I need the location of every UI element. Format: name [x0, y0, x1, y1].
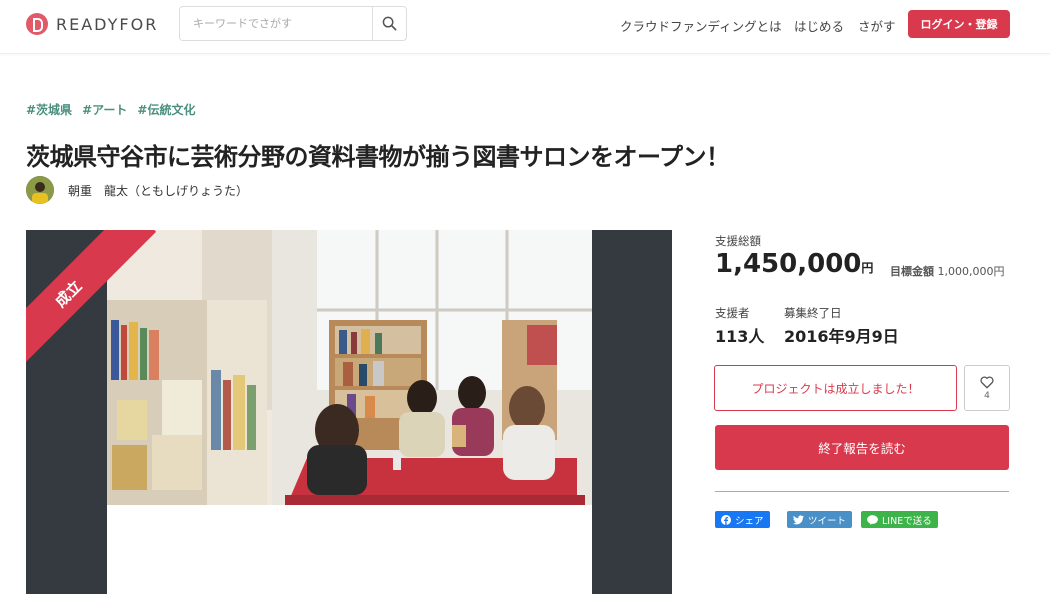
goal-amount: 目標金額 1,000,000円 — [890, 263, 1004, 279]
login-register-button[interactable]: ログイン・登録 — [908, 10, 1010, 38]
facebook-share-label: シェア — [735, 515, 764, 527]
total-value: 1,450,000 — [715, 249, 862, 279]
nav-start[interactable]: はじめる — [794, 16, 844, 35]
twitter-share-button[interactable]: ツイート — [787, 511, 853, 528]
favorite-button[interactable]: 4 — [964, 365, 1010, 411]
total-unit: 円 — [861, 261, 874, 275]
favorite-count: 4 — [984, 390, 990, 401]
logo-text: READYFOR — [56, 14, 159, 34]
site-logo[interactable]: READYFOR — [26, 13, 158, 35]
search-icon — [382, 16, 397, 31]
line-share-button[interactable]: LINEで送る — [861, 511, 938, 528]
project-photo — [107, 230, 592, 505]
heart-icon — [980, 376, 994, 388]
project-title: 茨城県守谷市に芸術分野の資料書物が揃う図書サロンをオープン！ — [26, 143, 730, 171]
project-media: 成立 — [26, 230, 672, 594]
tag-ibaraki[interactable]: #茨城県 — [26, 101, 72, 118]
divider — [715, 491, 1009, 492]
media-caption-area — [107, 505, 592, 594]
search-button[interactable] — [372, 7, 406, 40]
project-success-button[interactable]: プロジェクトは成立しました！ — [714, 365, 957, 411]
line-share-label: LINEで送る — [882, 515, 932, 527]
tag-art[interactable]: #アート — [82, 101, 127, 118]
goal-label: 目標金額 — [890, 265, 934, 278]
search-input[interactable] — [180, 7, 372, 40]
project-owner[interactable]: 朝重 龍太（ともしげりょうた） — [26, 176, 248, 204]
end-date-value: 2016年9月9日 — [784, 327, 899, 346]
supporters-label: 支援者 — [715, 306, 750, 320]
goal-value: 1,000,000円 — [937, 265, 1005, 278]
total-label: 支援総額 — [715, 234, 761, 248]
success-ribbon: 成立 — [26, 230, 157, 374]
line-icon — [867, 514, 878, 525]
nav-explore[interactable]: さがす — [858, 16, 896, 35]
nav-about-crowdfunding[interactable]: クラウドファンディングとは — [620, 16, 782, 35]
tag-traditional-culture[interactable]: #伝統文化 — [137, 101, 195, 118]
total-amount: 1,450,000円 — [715, 249, 873, 279]
owner-avatar — [26, 176, 54, 204]
ribbon-label: 成立 — [51, 276, 86, 311]
facebook-share-button[interactable]: シェア — [715, 511, 770, 528]
supporters-value: 113人 — [715, 327, 765, 346]
read-final-report-button[interactable]: 終了報告を読む — [715, 425, 1009, 470]
project-tags: #茨城県 #アート #伝統文化 — [26, 101, 195, 118]
twitter-icon — [793, 514, 804, 524]
end-date-label: 募集終了日 — [784, 306, 842, 320]
twitter-share-label: ツイート — [808, 515, 847, 527]
site-header: READYFOR クラウドファンディングとは はじめる さがす ログイン・登録 — [0, 0, 1050, 54]
search-box — [179, 6, 407, 41]
owner-name: 朝重 龍太（ともしげりょうた） — [68, 183, 249, 198]
readyfor-logo-icon — [26, 13, 48, 35]
facebook-icon — [721, 514, 731, 525]
